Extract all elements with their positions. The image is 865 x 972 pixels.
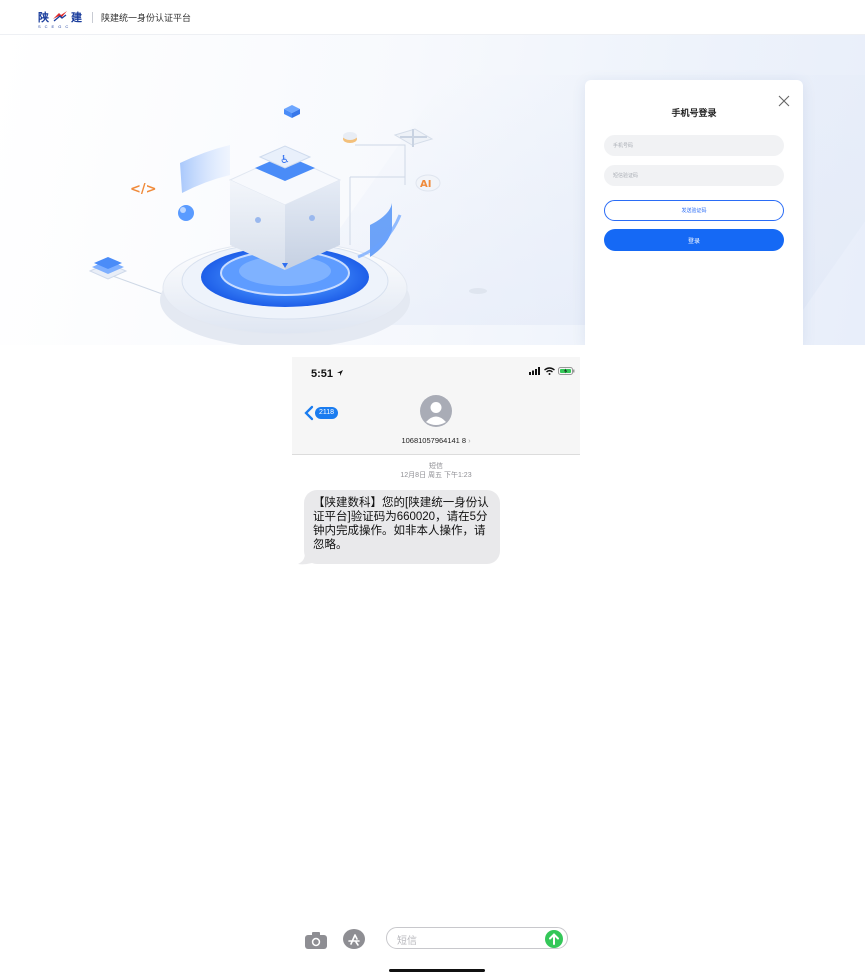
camera-icon[interactable] xyxy=(305,932,327,949)
message-input-placeholder: 短信 xyxy=(397,936,417,947)
phone-number-input[interactable] xyxy=(604,135,784,156)
login-button[interactable]: 登录 xyxy=(604,229,784,251)
send-code-button[interactable]: 发送验证码 xyxy=(604,200,784,221)
logo-mark-icon xyxy=(52,10,68,25)
logo-char-jian: 建 xyxy=(71,12,82,24)
company-logo[interactable]: 陕 建 SCEGC xyxy=(38,9,82,29)
send-arrow-icon[interactable] xyxy=(545,930,563,948)
message-timestamp: 12月8日 周五 下午1:23 xyxy=(400,472,472,479)
message-type: 短信 xyxy=(429,463,443,470)
status-time: 5:51 xyxy=(311,368,344,380)
unread-badge: 2118 xyxy=(315,407,339,419)
signal-icon xyxy=(529,367,540,375)
code-tag-icon: </> xyxy=(130,182,157,197)
svg-text:AI: AI xyxy=(420,179,431,190)
chevron-right-icon: › xyxy=(468,438,471,445)
location-arrow-icon xyxy=(337,370,344,376)
wifi-icon xyxy=(544,367,555,375)
header-divider xyxy=(92,12,93,23)
floating-layers-icon xyxy=(88,257,128,280)
login-card: 手机号登录 发送验证码 登录 xyxy=(585,80,803,345)
ai-badge-icon: AI xyxy=(415,174,441,192)
sms-message-bubble[interactable]: 【陕建数科】您的[陕建统一身份认证平台]验证码为660020，请在5分钟内完成操… xyxy=(304,490,500,564)
chevron-left-icon xyxy=(304,405,314,421)
message-meta: 短信 12月8日 周五 下午1:23 xyxy=(292,462,580,480)
sms-screenshot: 5:51 2118 10681057964141 8 › 短信 12月8日 周五… xyxy=(292,357,580,972)
accessibility-icon: ♿ xyxy=(280,153,290,166)
floating-cross-icon xyxy=(393,128,434,147)
cube-dot-left xyxy=(255,217,261,223)
login-title: 手机号登录 xyxy=(671,108,717,118)
sms-header: 5:51 2118 10681057964141 8 › xyxy=(292,357,580,455)
message-composer: 短信 xyxy=(292,925,580,953)
top-header: 陕 建 SCEGC 陕建统一身份认证平台 xyxy=(0,0,865,35)
logo-subtitle: SCEGC xyxy=(38,24,73,29)
platform-illustration: ♿ </> AI xyxy=(88,105,487,345)
contact-number[interactable]: 10681057964141 8 › xyxy=(292,436,580,445)
contact-avatar[interactable] xyxy=(420,395,452,427)
platform-title: 陕建统一身份认证平台 xyxy=(101,13,192,23)
status-icons xyxy=(529,367,575,375)
back-button[interactable]: 2118 xyxy=(304,405,339,421)
message-input[interactable]: 短信 xyxy=(386,927,568,949)
hero-section: ♿ </> AI 手机号登录 发送验证码 登录 xyxy=(0,35,865,345)
floating-sphere-icon xyxy=(178,205,194,221)
app-store-icon[interactable] xyxy=(343,929,365,949)
battery-charging-icon xyxy=(558,367,575,375)
logo-char-shaan: 陕 xyxy=(38,12,49,24)
floating-pill-icon xyxy=(469,288,487,294)
cube-dot-right xyxy=(309,215,315,221)
glass-panel-left xyxy=(180,145,230,193)
close-icon[interactable] xyxy=(776,93,792,109)
sms-code-input[interactable] xyxy=(604,165,784,186)
